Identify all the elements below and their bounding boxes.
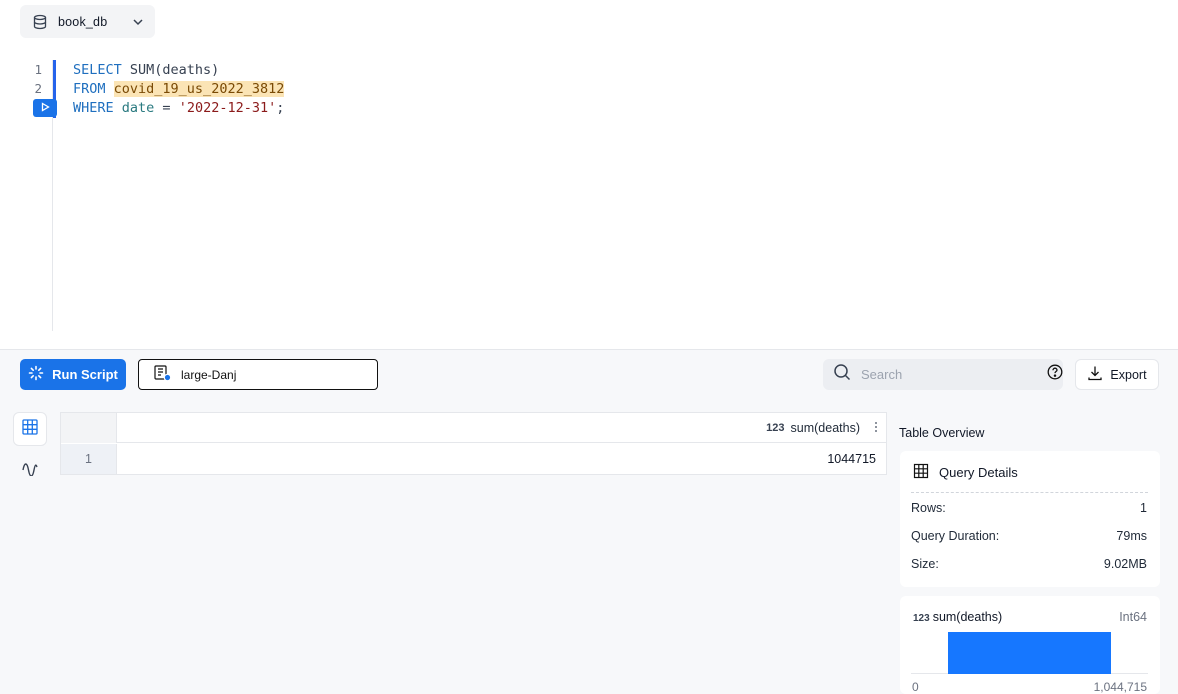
- keyword: FROM: [73, 81, 106, 97]
- stat-value: 9.02MB: [1103, 557, 1147, 571]
- export-label: Export: [1110, 367, 1147, 382]
- histogram: [911, 628, 1148, 674]
- search-icon: [833, 363, 851, 386]
- more-vertical-icon[interactable]: [874, 421, 878, 436]
- code-line-2: FROM covid_19_us_2022_3812: [73, 80, 285, 99]
- stat-label: Query Duration:: [911, 529, 1000, 543]
- database-icon: [32, 14, 48, 30]
- operator: =: [154, 100, 179, 116]
- histogram-bar: [948, 632, 1111, 674]
- code-text: SUM(deaths): [121, 62, 220, 78]
- database-name: book_db: [58, 14, 108, 29]
- column-name: sum(deaths): [932, 610, 1003, 624]
- results-panel: 123 sum(deaths) 1 1044715 Table Overview…: [0, 398, 1178, 694]
- query-details-header: Query Details: [913, 463, 1018, 482]
- loading-spinner-icon: [28, 365, 44, 384]
- column-stats-label: 123 sum(deaths): [913, 610, 1002, 624]
- sql-editor[interactable]: 1 2 SELECT SUM(deaths) FROM covid_19_us_…: [0, 55, 1178, 331]
- stat-value: 1: [1140, 501, 1147, 515]
- column-stats-card: 123 sum(deaths) Int64 0 1,044,715: [900, 596, 1160, 694]
- connection-selector[interactable]: large-Danj: [138, 359, 378, 390]
- help-icon[interactable]: [1047, 364, 1063, 385]
- line-number: 1: [34, 62, 42, 77]
- stat-value: 79ms: [1116, 529, 1147, 543]
- chevron-down-icon: [131, 15, 145, 29]
- query-details-card: Query Details Rows: 1 Query Duration: 79…: [900, 451, 1160, 587]
- column-type-badge: 123: [913, 613, 930, 624]
- run-script-label: Run Script: [52, 367, 118, 382]
- table-overview-title: Table Overview: [899, 426, 985, 440]
- run-script-button[interactable]: Run Script: [20, 359, 126, 390]
- chart-view-button[interactable]: [13, 452, 47, 486]
- column-name: sum(deaths): [790, 421, 860, 435]
- app: book_db 1 2 SELECT SUM(deaths) FROM covi…: [0, 0, 1178, 694]
- grid-header: 123 sum(deaths): [61, 413, 886, 443]
- query-details-title: Query Details: [939, 465, 1018, 480]
- column-header[interactable]: 123 sum(deaths): [766, 413, 878, 443]
- stat-label: Rows:: [911, 501, 946, 515]
- table-cell[interactable]: 1044715: [827, 444, 876, 474]
- dashed-divider: [911, 492, 1148, 493]
- histogram-max: 1,044,715: [1093, 680, 1147, 694]
- line-number: 2: [34, 81, 42, 96]
- search-box[interactable]: [823, 359, 1063, 390]
- database-selector[interactable]: book_db: [20, 5, 155, 38]
- grid-view-button[interactable]: [13, 412, 47, 446]
- search-input[interactable]: [861, 367, 1037, 382]
- wave-chart-icon: [21, 458, 39, 481]
- keyword: WHERE: [73, 100, 114, 116]
- row-number: 1: [61, 444, 117, 474]
- stat-label: Size:: [911, 557, 939, 571]
- code-line-1: SELECT SUM(deaths): [73, 61, 219, 80]
- stat-duration: Query Duration: 79ms: [911, 529, 1147, 543]
- histogram-min: 0: [912, 680, 919, 694]
- run-statement-button[interactable]: [33, 99, 57, 117]
- table-grid-icon: [913, 463, 929, 482]
- row-number-header: [61, 413, 117, 443]
- keyword: SELECT: [73, 62, 122, 78]
- download-icon: [1087, 365, 1103, 384]
- stat-size: Size: 9.02MB: [911, 557, 1147, 571]
- results-toolbar: Run Script large-Danj Search Export: [0, 350, 1178, 398]
- connection-label: large-Danj: [181, 367, 237, 382]
- connection-icon: [153, 363, 173, 386]
- column-dtype: Int64: [1119, 610, 1147, 624]
- export-button[interactable]: Export: [1075, 359, 1159, 390]
- column-name: date: [121, 100, 155, 116]
- table-name-highlight: covid_19_us_2022_3812: [113, 81, 285, 97]
- table-grid-icon: [21, 418, 39, 441]
- semicolon: ;: [276, 100, 285, 116]
- stat-rows: Rows: 1: [911, 501, 1147, 515]
- play-icon: [40, 99, 50, 117]
- column-type-badge: 123: [766, 422, 785, 434]
- code-line-3: WHERE date = '2022-12-31';: [73, 99, 284, 118]
- string-literal: '2022-12-31': [178, 100, 277, 116]
- results-grid: 123 sum(deaths) 1 1044715: [60, 412, 887, 475]
